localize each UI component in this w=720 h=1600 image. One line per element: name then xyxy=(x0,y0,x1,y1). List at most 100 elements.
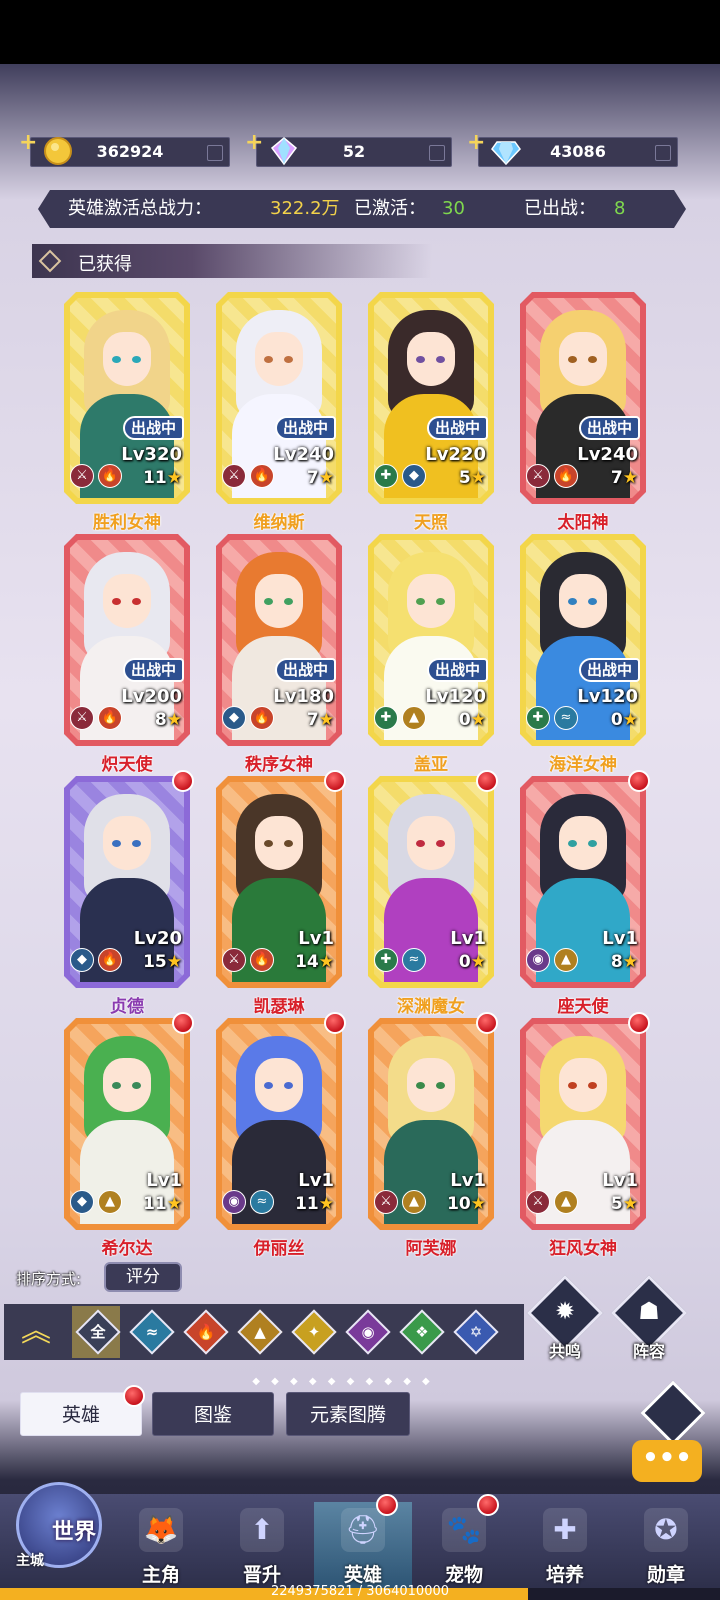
filter-wind-icon[interactable]: ❖ xyxy=(399,1309,445,1355)
tab-codex-label: 图鉴 xyxy=(193,1404,232,1426)
resonance-label: 共鸣 xyxy=(548,1342,581,1361)
filter-dark-icon[interactable]: ◉ xyxy=(345,1309,391,1355)
element-icon: ≈ xyxy=(402,948,426,972)
hero-card[interactable]: Lv1 5★ ⚔ ▲ 狂风女神 xyxy=(520,1012,650,1259)
notification-badge xyxy=(376,1494,398,1516)
hero-card[interactable]: 出战中 Lv220 5★ ✚ ◆ 天照 xyxy=(368,292,494,533)
deployed-value: 8 xyxy=(614,198,626,219)
hero-card[interactable]: Lv1 14★ ⚔ 🔥 凯瑟琳 xyxy=(216,770,346,1017)
class-icon: ✚ xyxy=(374,948,398,972)
resonance-icon: ✹ xyxy=(554,1297,576,1325)
nav-item-fox[interactable]: 🦊 主角 xyxy=(112,1502,210,1592)
element-icon: 🔥 xyxy=(250,464,274,488)
view-toggle-eye-icon[interactable] xyxy=(640,1380,706,1446)
class-icon: ⚔ xyxy=(222,464,246,488)
diamond-resource-bar[interactable]: + 43086 xyxy=(467,132,678,167)
filter-light-icon[interactable]: ✦ xyxy=(291,1309,337,1355)
hero-card[interactable]: Lv1 11★ ◉ ≈ 伊丽丝 xyxy=(216,1012,346,1259)
hero-card[interactable]: Lv1 0★ ✚ ≈ 深渊魔女 xyxy=(368,770,498,1017)
nav-item-cultivate[interactable]: ✚ 培养 xyxy=(516,1502,614,1592)
activated-value: 30 xyxy=(442,198,465,219)
hero-card[interactable]: 出战中 Lv240 7★ ⚔ 🔥 维纳斯 xyxy=(216,292,342,533)
class-icon: ⚔ xyxy=(526,1190,550,1214)
class-icon: ⚔ xyxy=(70,706,94,730)
gold-resource-bar[interactable]: + 362924 xyxy=(19,132,230,167)
hero-level: Lv220 xyxy=(425,444,486,465)
hero-card[interactable]: Lv1 10★ ⚔ ▲ 阿芙娜 xyxy=(368,1012,498,1259)
notification-badge xyxy=(477,1494,499,1516)
hero-name: 天照 xyxy=(414,513,448,533)
deployed-badge: 出战中 xyxy=(274,416,336,440)
tab-element-totem[interactable]: 元素图腾 xyxy=(286,1392,410,1436)
chat-bubble-button[interactable]: ••• xyxy=(632,1440,702,1482)
nav-item-label: 英雄 xyxy=(343,1564,382,1586)
world-label: 世界 xyxy=(52,1520,97,1545)
hero-card[interactable]: Lv1 8★ ◉ ▲ 座天使 xyxy=(520,770,650,1017)
hero-card[interactable]: Lv20 15★ ◆ 🔥 贞德 xyxy=(64,770,194,1017)
hero-card[interactable]: 出战中 Lv240 7★ ⚔ 🔥 太阳神 xyxy=(520,292,646,533)
formation-icon: ☗ xyxy=(638,1297,660,1325)
hero-stars: 11★ xyxy=(143,468,182,488)
deployed-badge: 出战中 xyxy=(122,416,184,440)
filter-earth-icon[interactable]: ▲ xyxy=(237,1309,283,1355)
hero-stars: 0★ xyxy=(458,952,486,972)
divider-dots: ◆ ◆ ◆ ◆ ◆ ◆ ◆ ◆ ◆ ◆ xyxy=(252,1376,434,1387)
cultivate-icon: ✚ xyxy=(543,1508,587,1552)
formation-label: 阵容 xyxy=(632,1342,665,1361)
class-icon: ⚔ xyxy=(222,948,246,972)
filter-star-icon[interactable]: ✡ xyxy=(453,1309,499,1355)
filter-water-icon[interactable]: ≈ xyxy=(129,1309,175,1355)
diamond-info-icon[interactable] xyxy=(655,145,671,161)
nav-item-medal[interactable]: ✪ 勋章 xyxy=(617,1502,715,1592)
collapse-chevron-icon[interactable]: ︽ xyxy=(16,1312,56,1352)
hero-stars: 7★ xyxy=(610,468,638,488)
hero-card[interactable]: Lv1 11★ ◆ ▲ 希尔达 xyxy=(64,1012,194,1259)
formation-button[interactable]: ☗ 阵容 xyxy=(610,1274,688,1361)
element-icon: 🔥 xyxy=(98,706,122,730)
nav-item-label: 培养 xyxy=(545,1564,584,1586)
rainbow-gem-info-icon[interactable] xyxy=(429,145,445,161)
gold-info-icon[interactable] xyxy=(207,145,223,161)
deployed-badge: 出战中 xyxy=(426,416,488,440)
class-icon: ◆ xyxy=(70,948,94,972)
element-icon: ▲ xyxy=(554,948,578,972)
tab-heroes[interactable]: 英雄 xyxy=(20,1385,145,1436)
world-button[interactable]: 世界 主城 xyxy=(6,1478,110,1588)
notification-badge xyxy=(476,770,498,792)
section-title: 已获得 xyxy=(78,254,132,275)
fox-icon: 🦊 xyxy=(139,1508,183,1552)
hero-card[interactable]: 出战中 Lv200 8★ ⚔ 🔥 炽天使 xyxy=(64,534,190,775)
class-icon: ✚ xyxy=(374,464,398,488)
diamond-value: 43086 xyxy=(550,142,606,161)
element-filter-bar: ︽ 全 ≈ 🔥 ▲ ✦ ◉ ❖ ✡ xyxy=(4,1304,524,1360)
nav-item-label: 晋升 xyxy=(242,1564,281,1586)
resonance-button[interactable]: ✹ 共鸣 xyxy=(526,1274,604,1361)
tab-codex[interactable]: 图鉴 xyxy=(152,1392,274,1436)
filter-fire-icon[interactable]: 🔥 xyxy=(183,1309,229,1355)
rainbow-gem-resource-bar[interactable]: + 52 xyxy=(245,132,452,167)
medal-icon: ✪ xyxy=(644,1508,688,1552)
hero-card[interactable]: 出战中 Lv180 7★ ◆ 🔥 秩序女神 xyxy=(216,534,342,775)
hero-stars: 0★ xyxy=(458,710,486,730)
nav-item-label: 勋章 xyxy=(646,1564,685,1586)
hero-stars: 11★ xyxy=(295,1194,334,1214)
class-icon: ◆ xyxy=(70,1190,94,1214)
deployed-badge: 出战中 xyxy=(426,658,488,682)
notification-badge xyxy=(628,770,650,792)
hero-level: Lv1 xyxy=(602,1170,638,1191)
element-icon: 🔥 xyxy=(250,948,274,972)
element-icon: ≈ xyxy=(250,1190,274,1214)
hero-stars: 5★ xyxy=(458,468,486,488)
notification-badge xyxy=(476,1012,498,1034)
hero-stars: 0★ xyxy=(610,710,638,730)
hero-card[interactable]: 出战中 Lv320 11★ ⚔ 🔥 胜利女神 xyxy=(64,292,190,533)
nav-item-pet[interactable]: 🐾 宠物 xyxy=(415,1494,513,1592)
hero-stars: 15★ xyxy=(143,952,182,972)
nav-item-promote[interactable]: ⬆ 晋升 xyxy=(213,1502,311,1592)
hero-card[interactable]: 出战中 Lv120 0★ ✚ ≈ 海洋女神 xyxy=(520,534,646,775)
notification-badge xyxy=(172,1012,194,1034)
hero-card[interactable]: 出战中 Lv120 0★ ✚ ▲ 盖亚 xyxy=(368,534,494,775)
deployed-badge: 出战中 xyxy=(122,658,184,682)
sort-dropdown[interactable]: 评分 xyxy=(104,1262,182,1292)
nav-item-helmet[interactable]: ⛑ 英雄 xyxy=(314,1494,412,1592)
